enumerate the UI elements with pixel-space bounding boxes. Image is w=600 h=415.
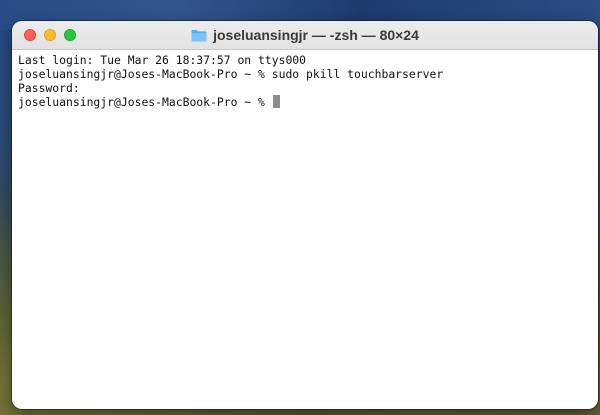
window-title: joseluansingjr — -zsh — 80×24: [213, 27, 419, 43]
terminal-prompt: joseluansingjr@Joses-MacBook-Pro ~ %: [18, 95, 272, 109]
terminal-window[interactable]: joseluansingjr — -zsh — 80×24 Last login…: [12, 21, 598, 409]
terminal-line-password: Password:: [18, 81, 80, 95]
block-cursor-icon: [272, 95, 280, 108]
window-title-group: joseluansingjr — -zsh — 80×24: [12, 21, 598, 49]
terminal-prompt-line[interactable]: joseluansingjr@Joses-MacBook-Pro ~ %: [18, 95, 592, 109]
title-bar[interactable]: joseluansingjr — -zsh — 80×24: [12, 21, 598, 50]
folder-icon: [191, 29, 207, 42]
terminal-line-last-login: Last login: Tue Mar 26 18:37:57 on ttys0…: [18, 53, 307, 67]
terminal-line-command: joseluansingjr@Joses-MacBook-Pro ~ % sud…: [18, 67, 444, 81]
terminal-output[interactable]: Last login: Tue Mar 26 18:37:57 on ttys0…: [12, 50, 598, 109]
